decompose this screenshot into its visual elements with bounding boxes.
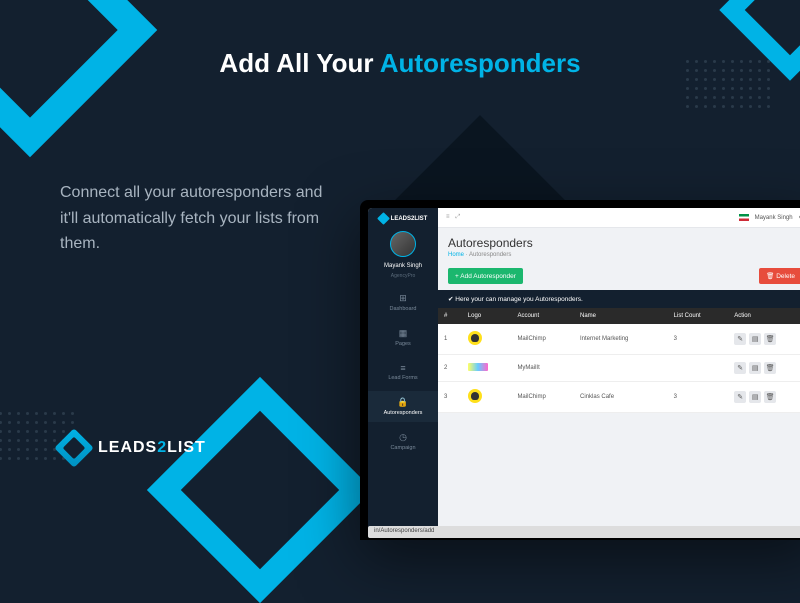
sidebar-user-name: Mayank Singh bbox=[384, 263, 422, 269]
forms-icon: ≡ bbox=[370, 363, 436, 373]
th-num: # bbox=[438, 308, 462, 324]
main-area: ≡ ⤢ Mayank Singh ⚙ Autoresponders Home ·… bbox=[438, 208, 800, 532]
topbar: ≡ ⤢ Mayank Singh ⚙ bbox=[438, 208, 800, 228]
list-button[interactable]: ▤ bbox=[749, 362, 761, 374]
menu-icon[interactable]: ≡ bbox=[446, 214, 450, 221]
th-count: List Count bbox=[668, 308, 729, 324]
sidebar-item-lead-forms[interactable]: ≡Lead Forms bbox=[368, 357, 438, 387]
pages-icon: ▦ bbox=[370, 328, 436, 339]
list-button[interactable]: ▤ bbox=[749, 391, 761, 403]
dashboard-icon: ⊞ bbox=[370, 293, 436, 304]
monitor-mockup: LEADS2LIST Mayank Singh AgencyPro ⊞Dashb… bbox=[360, 200, 800, 540]
table-row: 3 MailChimp Cinklas Cafe 3 ✎▤🗑 bbox=[438, 382, 800, 413]
sidebar-item-autoresponders[interactable]: 🔒Autoresponders bbox=[368, 391, 438, 422]
sidebar-user-role: AgencyPro bbox=[391, 273, 415, 279]
sidebar-logo-icon bbox=[377, 212, 390, 225]
row-delete-button[interactable]: 🗑 bbox=[764, 362, 776, 374]
body-copy: Connect all your autoresponders and it'l… bbox=[60, 180, 340, 257]
brand-icon bbox=[54, 428, 94, 468]
th-account: Account bbox=[511, 308, 574, 324]
table-row: 2 MyMailIt ✎▤🗑 bbox=[438, 355, 800, 382]
table-row: 1 MailChimp Internet Marketing 3 ✎▤🗑 bbox=[438, 324, 800, 355]
action-row: + Add Autoresponder 🗑 Delete bbox=[438, 262, 800, 290]
sidebar-item-dashboard[interactable]: ⊞Dashboard bbox=[368, 287, 438, 318]
avatar[interactable] bbox=[390, 231, 416, 257]
brand-mark: LEADS2LIST bbox=[60, 434, 206, 462]
list-button[interactable]: ▤ bbox=[749, 333, 761, 345]
expand-icon[interactable]: ⤢ bbox=[456, 214, 461, 221]
app-screen: LEADS2LIST Mayank Singh AgencyPro ⊞Dashb… bbox=[368, 208, 800, 532]
breadcrumb-home[interactable]: Home bbox=[448, 252, 464, 258]
edit-button[interactable]: ✎ bbox=[734, 333, 746, 345]
th-action: Action bbox=[728, 308, 800, 324]
row-delete-button[interactable]: 🗑 bbox=[764, 333, 776, 345]
mailchimp-icon bbox=[468, 389, 482, 403]
th-name: Name bbox=[574, 308, 668, 324]
sidebar-item-campaign[interactable]: ◷Campaign bbox=[368, 426, 438, 457]
topbar-user[interactable]: Mayank Singh bbox=[755, 215, 793, 221]
breadcrumb-current: Autoresponders bbox=[469, 252, 511, 258]
campaign-icon: ◷ bbox=[370, 432, 436, 443]
edit-button[interactable]: ✎ bbox=[734, 362, 746, 374]
brand-text: LEADS2LIST bbox=[98, 439, 206, 457]
autoresponders-table: # Logo Account Name List Count Action 1 … bbox=[438, 308, 800, 413]
page-heading: Add All Your Autoresponders bbox=[0, 48, 800, 79]
heading-prefix: Add All Your bbox=[219, 48, 379, 78]
sidebar: LEADS2LIST Mayank Singh AgencyPro ⊞Dashb… bbox=[368, 208, 438, 532]
sidebar-item-pages[interactable]: ▦Pages bbox=[368, 322, 438, 353]
page-title: Autoresponders bbox=[448, 236, 800, 250]
add-autoresponder-button[interactable]: + Add Autoresponder bbox=[448, 268, 523, 284]
delete-button[interactable]: 🗑 Delete bbox=[759, 268, 800, 284]
topbar-left: ≡ ⤢ bbox=[446, 214, 460, 221]
mailchimp-icon bbox=[468, 331, 482, 345]
mymailit-icon bbox=[468, 363, 488, 371]
url-bar: in/Autoresponders/add bbox=[368, 526, 800, 538]
edit-button[interactable]: ✎ bbox=[734, 391, 746, 403]
page-header: Autoresponders Home · Autoresponders bbox=[438, 228, 800, 262]
flag-icon[interactable] bbox=[739, 214, 749, 221]
row-delete-button[interactable]: 🗑 bbox=[764, 391, 776, 403]
decor-diamond-bl bbox=[147, 377, 373, 603]
th-logo: Logo bbox=[462, 308, 512, 324]
heading-accent: Autoresponders bbox=[380, 48, 581, 78]
breadcrumb: Home · Autoresponders bbox=[448, 252, 800, 258]
sidebar-logo: LEADS2LIST bbox=[379, 214, 428, 223]
lock-icon: 🔒 bbox=[370, 397, 436, 408]
panel-heading: ✔ Here your can manage you Autoresponder… bbox=[438, 290, 800, 308]
